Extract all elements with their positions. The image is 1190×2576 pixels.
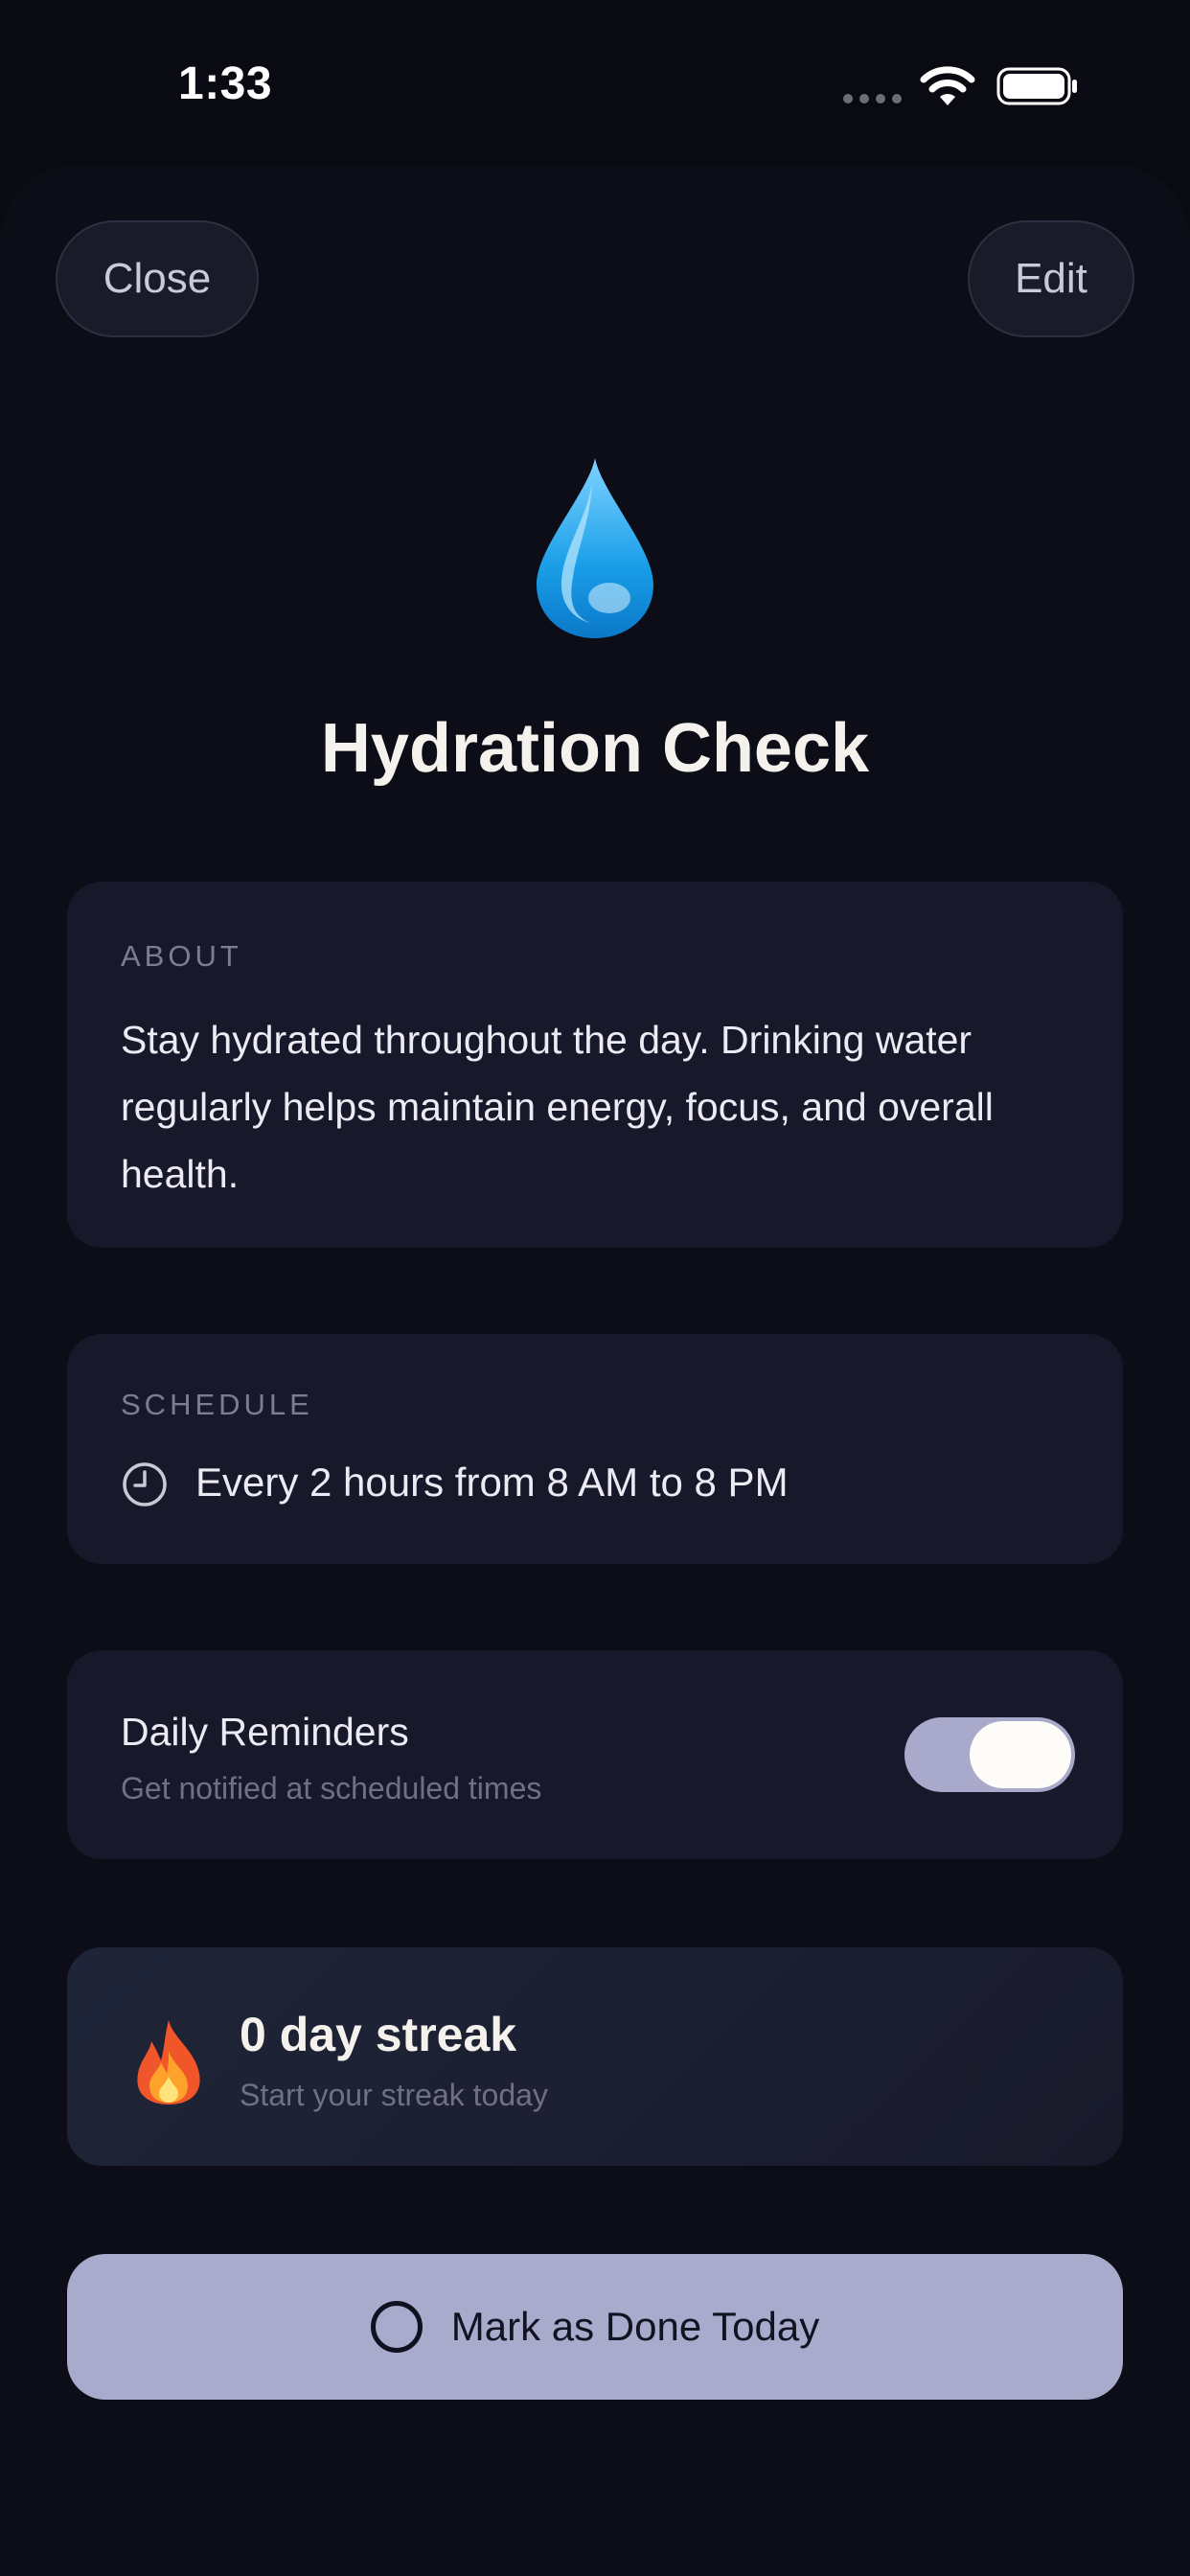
daily-reminders-card: Daily Reminders Get notified at schedule…: [67, 1650, 1123, 1859]
edit-button[interactable]: Edit: [968, 220, 1134, 337]
toggle-knob: [970, 1721, 1071, 1788]
about-label: ABOUT: [121, 939, 242, 973]
about-text: Stay hydrated throughout the day. Drinki…: [121, 1018, 994, 1196]
streak-subtitle: Start your streak today: [240, 2078, 548, 2112]
schedule-card: SCHEDULE Every 2 hours from 8 AM to 8 PM: [67, 1334, 1123, 1564]
wifi-icon: [920, 66, 975, 105]
battery-icon: [996, 67, 1077, 105]
empty-circle-icon: [370, 2301, 423, 2353]
fire-icon: [137, 2020, 200, 2104]
clock-icon: [123, 1462, 167, 1506]
habit-title: Hydration Check: [320, 710, 870, 787]
mark-as-done-button[interactable]: Mark as Done Today: [67, 2254, 1123, 2400]
status-time: 1:33: [178, 58, 273, 109]
reminders-subtitle: Get notified at scheduled times: [121, 1771, 542, 1806]
reminders-title: Daily Reminders: [121, 1710, 409, 1754]
cellular-signal-icon: [843, 94, 903, 105]
close-button[interactable]: Close: [56, 220, 259, 337]
about-card: ABOUT Stay hydrated throughout the day. …: [67, 882, 1123, 1248]
daily-reminders-toggle[interactable]: [904, 1717, 1075, 1792]
water-drop-icon: [537, 458, 653, 638]
mark-as-done-label: Mark as Done Today: [450, 2304, 820, 2349]
streak-title: 0 day streak: [240, 2008, 517, 2061]
schedule-text: Every 2 hours from 8 AM to 8 PM: [195, 1460, 789, 1505]
status-bar: 1:33: [0, 0, 1190, 168]
schedule-label: SCHEDULE: [121, 1388, 313, 1421]
streak-card: 0 day streak Start your streak today: [67, 1947, 1123, 2166]
